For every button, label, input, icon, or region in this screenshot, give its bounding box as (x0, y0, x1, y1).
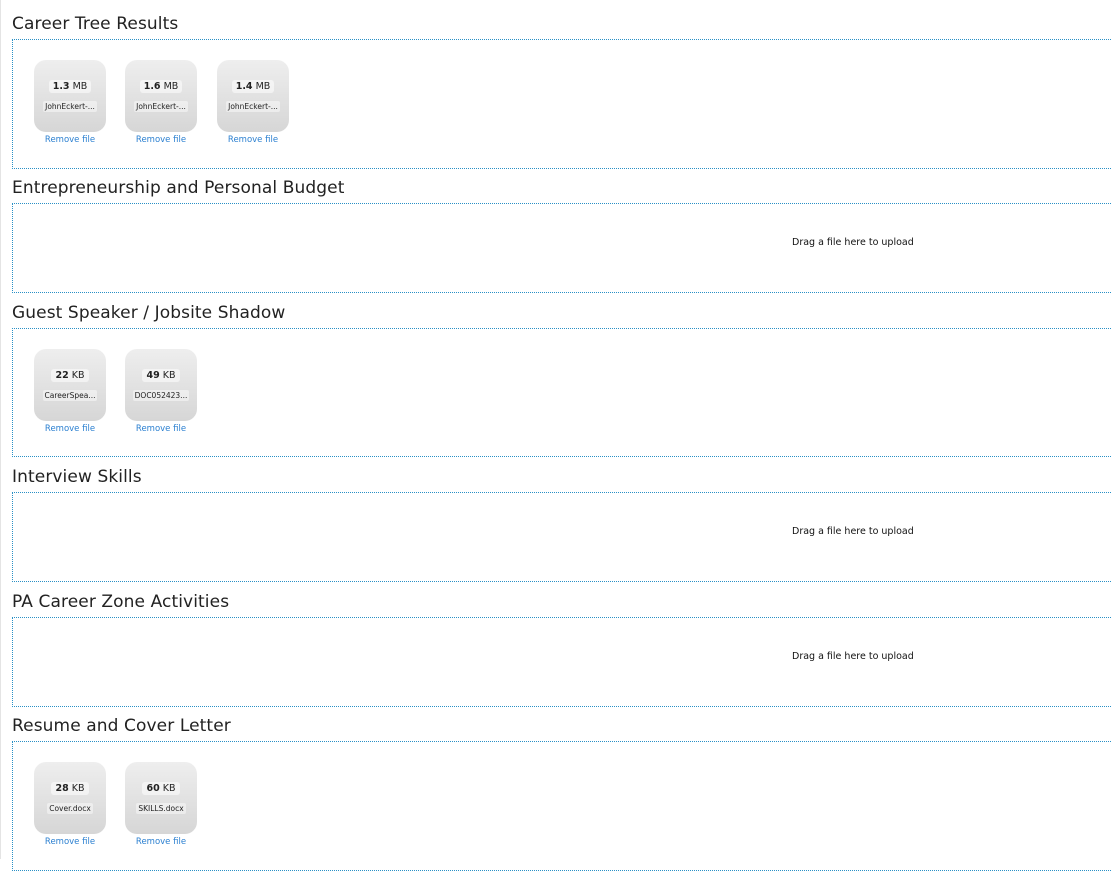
file-preview: 49 KB DOC052423... Remove file (125, 349, 197, 434)
file-size: 22 KB (51, 369, 89, 382)
file-name: JohnEckert-... (43, 101, 97, 112)
section-title: Guest Speaker / Jobsite Shadow (12, 303, 286, 323)
file-size: 1.6 MB (139, 80, 183, 93)
remove-file-link[interactable]: Remove file (217, 135, 289, 145)
file-preview: 1.4 MB JohnEckert-... Remove file (217, 60, 289, 145)
remove-file-link[interactable]: Remove file (125, 135, 197, 145)
file-name: CareerSpea... (42, 390, 98, 401)
file-preview: 28 KB Cover.docx Remove file (34, 762, 106, 847)
file-size: 1.3 MB (48, 80, 92, 93)
remove-file-link[interactable]: Remove file (34, 837, 106, 847)
file-size: 1.4 MB (231, 80, 275, 93)
file-name: JohnEckert-... (134, 101, 188, 112)
remove-file-link[interactable]: Remove file (125, 837, 197, 847)
file-preview: 60 KB SKILLS.docx Remove file (125, 762, 197, 847)
section-title: Interview Skills (12, 467, 142, 487)
dropzone-message: Drag a file here to upload (792, 651, 914, 662)
file-thumbnail: 22 KB CareerSpea... (34, 349, 106, 421)
file-name: Cover.docx (47, 803, 93, 814)
dropzone[interactable]: Drag a file here to upload (12, 492, 1111, 582)
file-thumbnail: 1.4 MB JohnEckert-... (217, 60, 289, 132)
file-preview: 1.3 MB JohnEckert-... Remove file (34, 60, 106, 145)
file-name: DOC052423... (132, 390, 190, 401)
dropzone[interactable]: Drag a file here to upload (12, 617, 1111, 707)
section-title: PA Career Zone Activities (12, 592, 230, 612)
remove-file-link[interactable]: Remove file (125, 424, 197, 434)
file-name: JohnEckert-... (226, 101, 280, 112)
file-name: SKILLS.docx (136, 803, 186, 814)
dropzone[interactable]: Drag a file here to upload (12, 203, 1111, 293)
file-size: 28 KB (51, 782, 89, 795)
remove-file-link[interactable]: Remove file (34, 424, 106, 434)
section-title: Entrepreneurship and Personal Budget (12, 178, 345, 198)
file-size: 49 KB (142, 369, 180, 382)
file-thumbnail: 1.3 MB JohnEckert-... (34, 60, 106, 132)
dropzone-message: Drag a file here to upload (792, 237, 914, 248)
file-size: 60 KB (142, 782, 180, 795)
dropzone[interactable]: 22 KB CareerSpea... Remove file 49 KB DO… (12, 328, 1111, 457)
section-title: Resume and Cover Letter (12, 716, 231, 736)
remove-file-link[interactable]: Remove file (34, 135, 106, 145)
dropzone[interactable]: 28 KB Cover.docx Remove file 60 KB SKILL… (12, 741, 1111, 871)
file-thumbnail: 49 KB DOC052423... (125, 349, 197, 421)
dropzone[interactable]: 1.3 MB JohnEckert-... Remove file 1.6 MB… (12, 39, 1111, 169)
file-thumbnail: 1.6 MB JohnEckert-... (125, 60, 197, 132)
file-preview: 22 KB CareerSpea... Remove file (34, 349, 106, 434)
file-preview: 1.6 MB JohnEckert-... Remove file (125, 60, 197, 145)
file-thumbnail: 60 KB SKILLS.docx (125, 762, 197, 834)
file-thumbnail: 28 KB Cover.docx (34, 762, 106, 834)
page-left-border (0, 0, 1, 859)
section-title: Career Tree Results (12, 14, 179, 34)
dropzone-message: Drag a file here to upload (792, 526, 914, 537)
